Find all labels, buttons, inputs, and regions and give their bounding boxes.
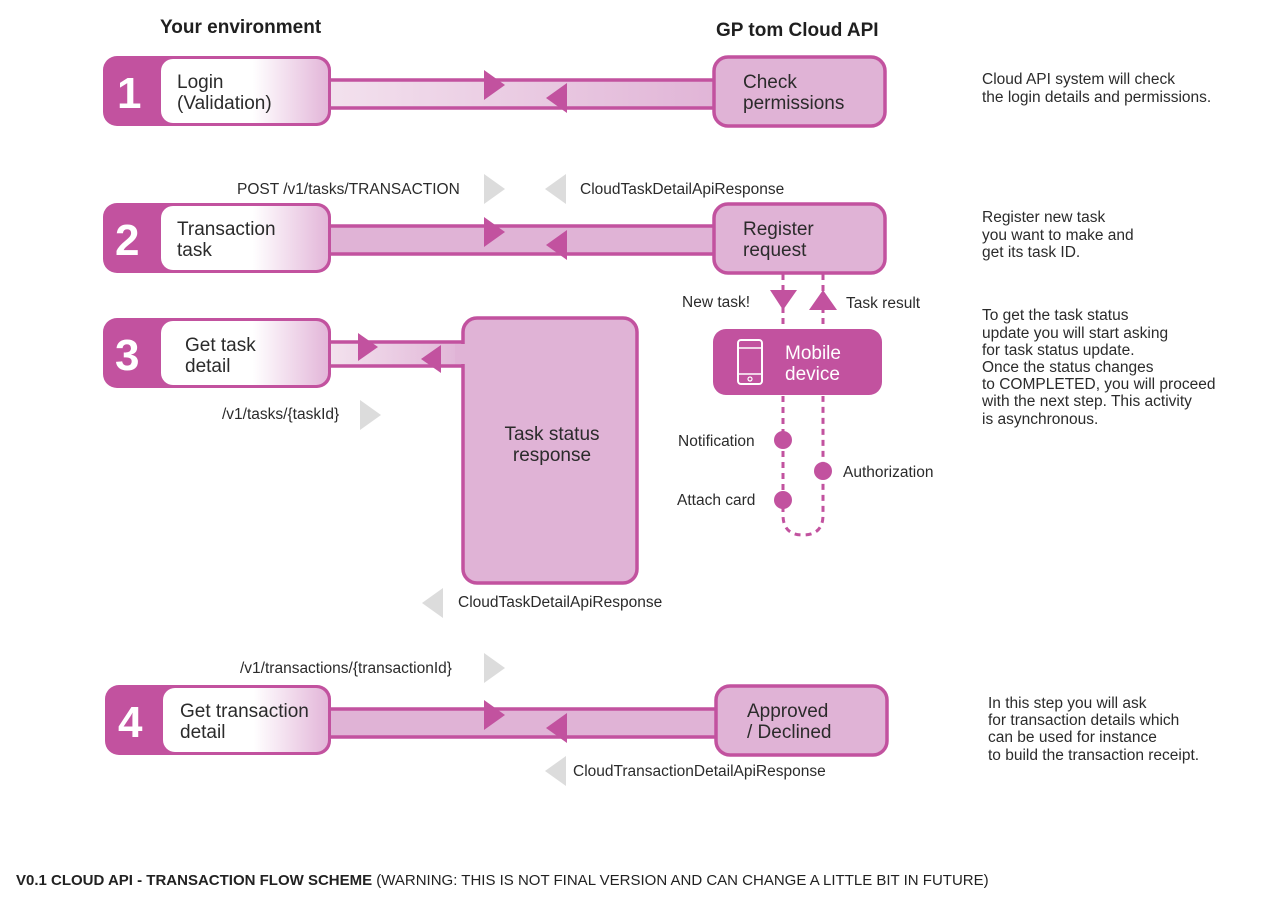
step-2-client-label-1: Transaction: [177, 219, 276, 240]
step-4-client-label-1: Get transaction: [180, 701, 309, 722]
step-4-request-endpoint: /v1/transactions/{transactionId}: [240, 660, 452, 677]
header-cloud-api: GP tom Cloud API: [716, 20, 879, 41]
step-1-client-label-2: (Validation): [177, 93, 272, 114]
step-3-response-type: CloudTaskDetailApiResponse: [458, 594, 662, 611]
step-3-request-hint-arrow: [360, 400, 381, 430]
header-your-environment: Your environment: [160, 17, 322, 38]
step-4: /v1/transactions/{transactionId} 4 Get t…: [105, 653, 1199, 786]
step-1-number: 1: [117, 69, 141, 118]
step-4-number: 4: [118, 698, 143, 747]
step-3-pipe: [330, 342, 470, 366]
step-1-description-1: Cloud API system will check: [982, 71, 1175, 88]
step-3-number: 3: [115, 331, 139, 380]
step-3-description-3: for task status update.: [982, 342, 1135, 359]
step-2-description-2: you want to make and: [982, 227, 1134, 244]
step-4-description-1: In this step you will ask: [988, 695, 1147, 712]
step-3-description-5: to COMPLETED, you will proceed: [982, 376, 1215, 393]
footer-warning: (WARNING: THIS IS NOT FINAL VERSION AND …: [372, 872, 988, 889]
new-task-label: New task!: [682, 294, 750, 311]
task-result-label: Task result: [846, 295, 921, 312]
step-4-response-type: CloudTransactionDetailApiResponse: [573, 763, 826, 780]
step-4-description-3: can be used for instance: [988, 729, 1157, 746]
step-2-description-1: Register new task: [982, 209, 1105, 226]
step-3-client-label-2: detail: [185, 356, 230, 377]
step-3-client-label-1: Get task: [185, 335, 256, 356]
step-2-server-label-1: Register: [743, 219, 814, 240]
footer-title: V0.1 CLOUD API - TRANSACTION FLOW SCHEME: [16, 872, 372, 889]
step-1-server-label-2: permissions: [743, 93, 844, 114]
step-2-request-hint-arrow: [484, 174, 505, 204]
step-3-description-7: is asynchronous.: [982, 411, 1098, 428]
step-3-description-4: Once the status changes: [982, 359, 1154, 376]
authorization-label: Authorization: [843, 464, 933, 481]
step-1-description-2: the login details and permissions.: [982, 89, 1211, 106]
step-1: 1 Login (Validation) Check permissions C…: [103, 55, 1211, 128]
step-4-description-2: for transaction details which: [988, 712, 1179, 729]
step-3-request-endpoint: /v1/tasks/{taskId}: [222, 406, 339, 423]
step-3-server-label-2: response: [513, 445, 591, 466]
step-4-request-hint-arrow: [484, 653, 505, 683]
attach-card-label: Attach card: [677, 492, 755, 509]
step-2-description-3: get its task ID.: [982, 244, 1080, 261]
notification-label: Notification: [678, 433, 755, 450]
step-4-pipe: [320, 709, 730, 737]
notification-dot: [774, 431, 792, 449]
step-2: POST /v1/tasks/TRANSACTION CloudTaskDeta…: [103, 174, 1134, 275]
step-4-description-4: to build the transaction receipt.: [988, 747, 1199, 764]
step-4-client-label-2: detail: [180, 722, 225, 743]
step-2-pipe: [320, 226, 730, 254]
step-4-response-hint-arrow: [545, 756, 566, 786]
step-3: 3 Get task detail Task status response /…: [103, 307, 1215, 618]
step-1-server-box: [712, 55, 887, 128]
step-3-description-1: To get the task status: [982, 307, 1129, 324]
flow-diagram: Your environment GP tom Cloud API 1 Logi…: [16, 17, 1215, 889]
step-2-response-type: CloudTaskDetailApiResponse: [580, 181, 784, 198]
step-2-response-hint-arrow: [545, 174, 566, 204]
mobile-device-label-1: Mobile: [785, 343, 841, 364]
step-2-number: 2: [115, 216, 139, 265]
step-2-server-label-2: request: [743, 240, 807, 261]
step-1-server-label-1: Check: [743, 72, 797, 93]
step-3-description-2: update you will start asking: [982, 325, 1168, 342]
step-1-pipe: [320, 80, 730, 108]
step-4-server-label-1: Approved: [747, 701, 828, 722]
step-4-server-label-2: / Declined: [747, 722, 832, 743]
step-3-description-6: with the next step. This activity: [981, 393, 1192, 410]
step-1-client-label-1: Login: [177, 72, 224, 93]
task-result-arrow: [809, 290, 837, 310]
new-task-arrow: [770, 290, 797, 310]
attach-card-dot: [774, 491, 792, 509]
step-3-response-hint-arrow: [422, 588, 443, 618]
step-3-server-label-1: Task status: [504, 424, 599, 445]
step-2-request-endpoint: POST /v1/tasks/TRANSACTION: [237, 181, 460, 198]
mobile-device-label-2: device: [785, 364, 840, 385]
step-2-client-label-2: task: [177, 240, 212, 261]
authorization-dot: [814, 462, 832, 480]
footer-caption: V0.1 CLOUD API - TRANSACTION FLOW SCHEME…: [16, 872, 989, 889]
mobile-flow: New task! Task result Mobile device Noti…: [677, 274, 933, 537]
